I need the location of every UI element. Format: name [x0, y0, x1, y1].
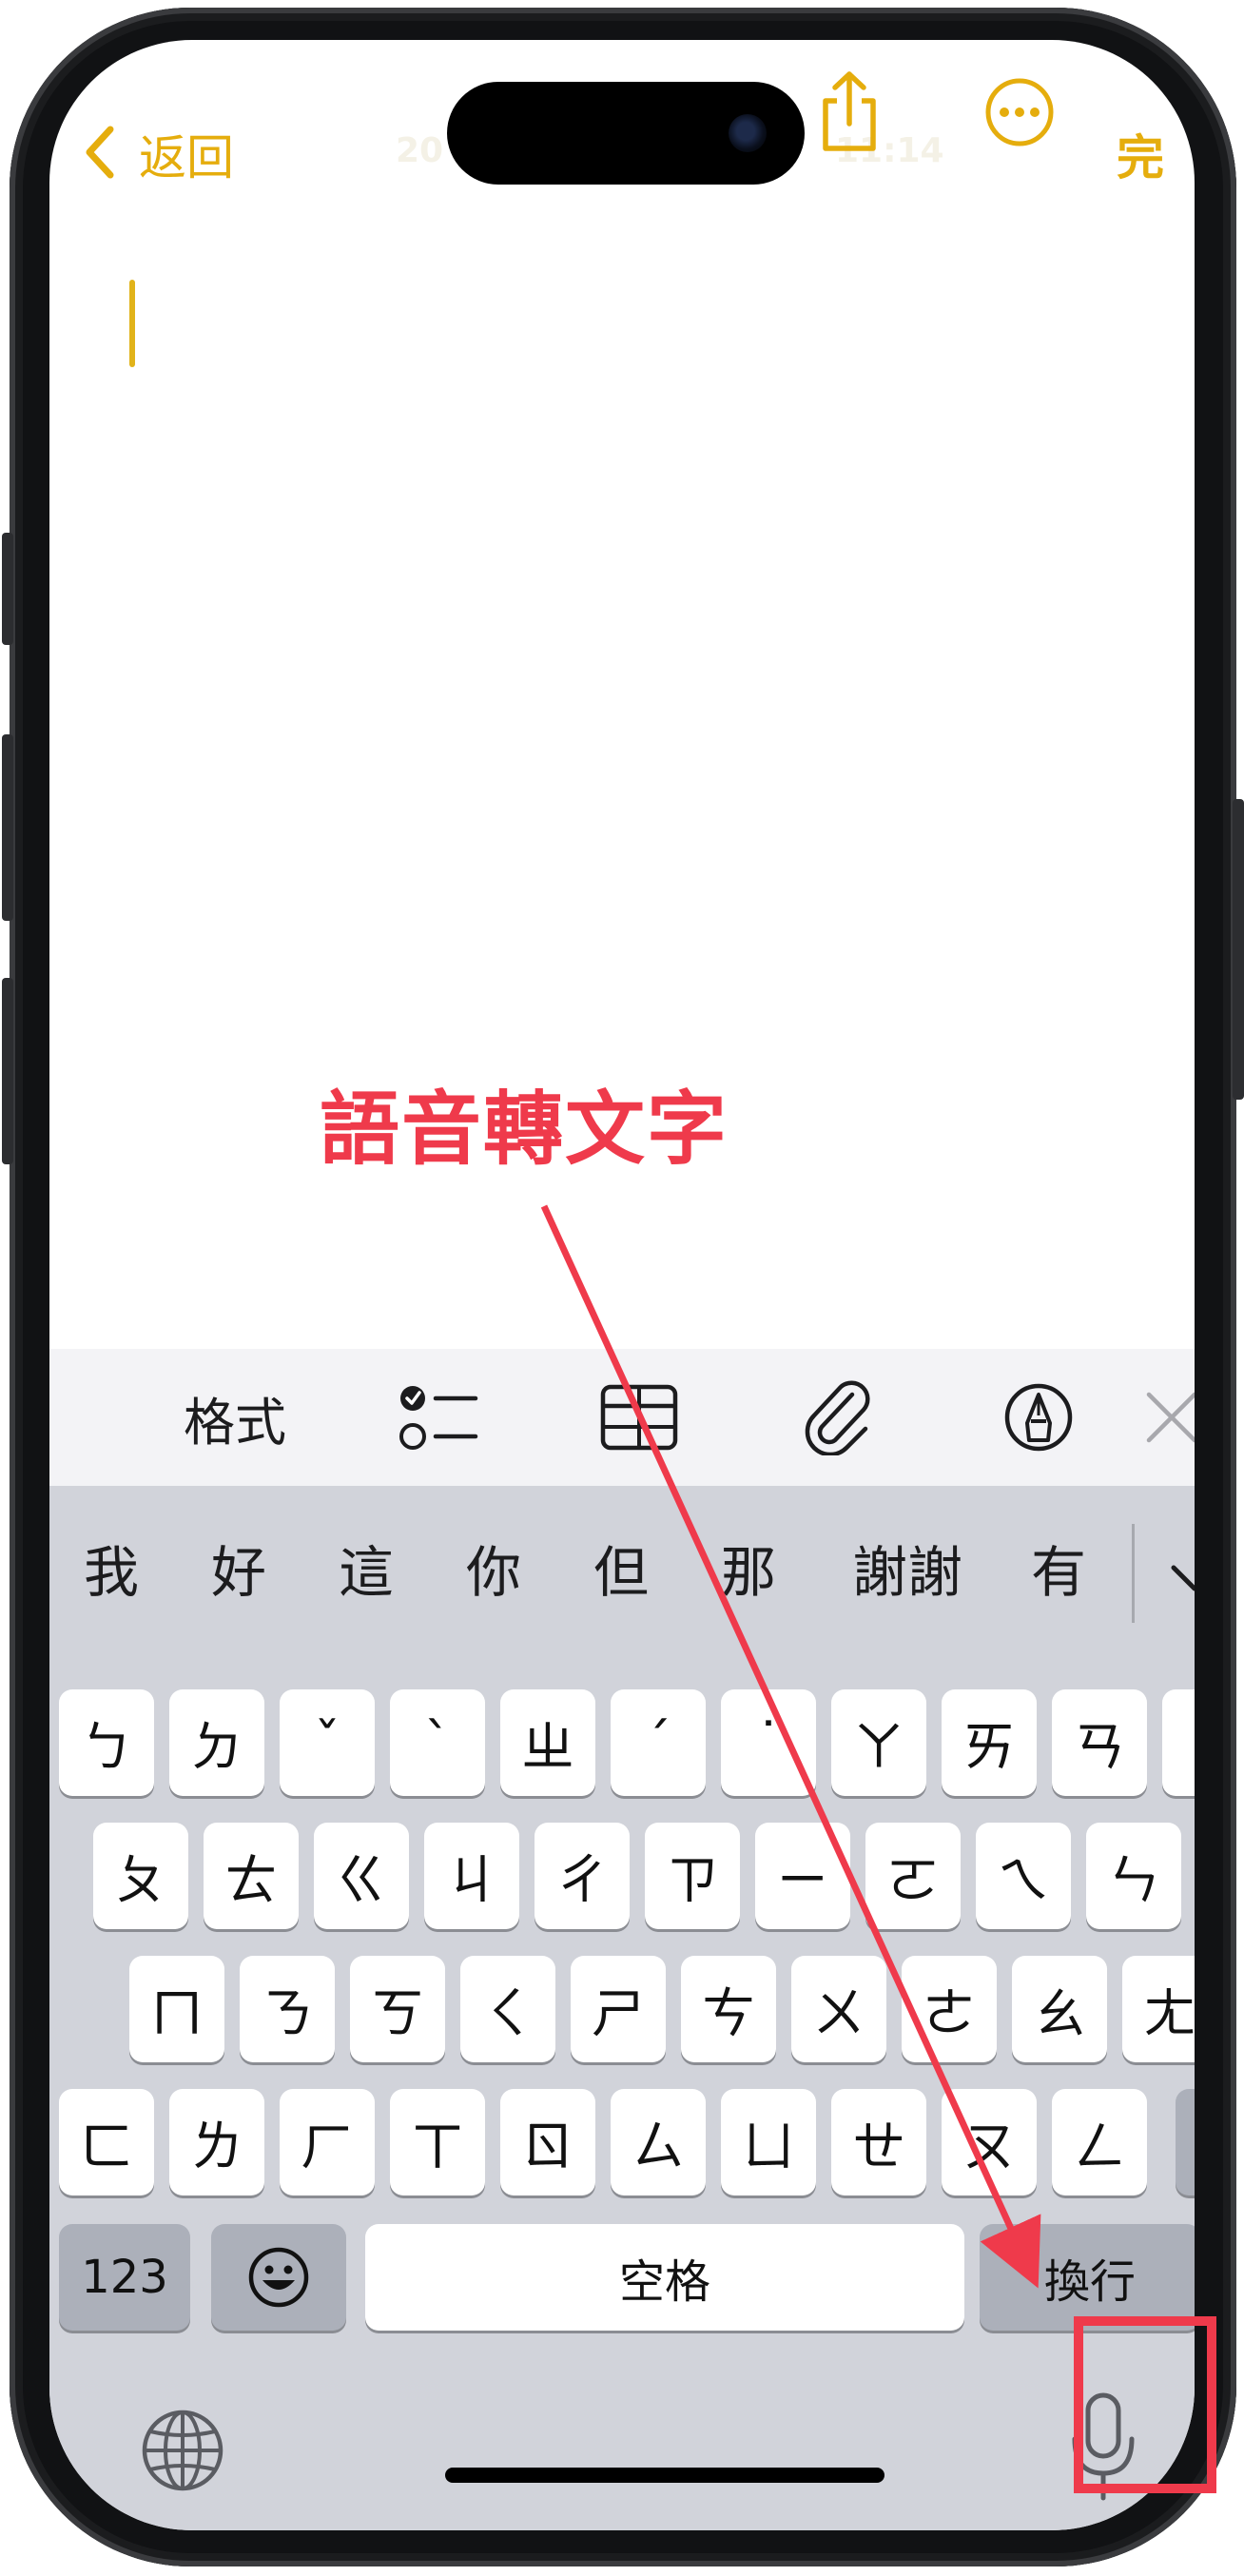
keyboard: 我 好 這 你 但 那 謝謝 有 ㄅ ㄉ ˇ ˋ ㄓ ˊ ˙ ㄚ ㄞ ㄢ ㄆ ㄊ…: [49, 1486, 1195, 2530]
key-yu[interactable]: ㄩ: [721, 2089, 816, 2195]
camera-lens: [729, 114, 767, 152]
key-l[interactable]: ㄌ: [169, 2089, 264, 2195]
done-button[interactable]: 完: [1117, 120, 1164, 188]
numbers-key[interactable]: 123: [59, 2224, 190, 2331]
key-ao[interactable]: ㄠ: [1012, 1956, 1107, 2062]
attachment-button[interactable]: [772, 1349, 905, 1486]
share-icon[interactable]: [816, 68, 883, 154]
key-i[interactable]: ㄧ: [755, 1823, 850, 1929]
candidate-divider: [1132, 1524, 1135, 1623]
action-button: [2, 533, 13, 645]
key-tone-neutral[interactable]: ˙: [721, 1689, 816, 1796]
key-s[interactable]: ㄙ: [611, 2089, 706, 2195]
formatting-toolbar: 格式: [49, 1349, 1195, 1486]
annotation-label: 語音轉文字: [320, 1083, 729, 1176]
key-ou[interactable]: ㄡ: [942, 2089, 1037, 2195]
key-c[interactable]: ㄘ: [681, 1956, 776, 2062]
close-toolbar-button[interactable]: [1124, 1349, 1195, 1486]
globe-icon[interactable]: [139, 2407, 226, 2494]
status-time-left: 20: [396, 131, 444, 170]
key-u[interactable]: ㄨ: [791, 1956, 886, 2062]
key-ai[interactable]: ㄞ: [942, 1689, 1037, 1796]
candidate-0[interactable]: 我: [84, 1528, 139, 1608]
key-p[interactable]: ㄆ: [93, 1823, 188, 1929]
key-r[interactable]: ㄖ: [500, 2089, 595, 2195]
format-button[interactable]: 格式: [154, 1349, 316, 1486]
key-f[interactable]: ㄈ: [59, 2089, 154, 2195]
close-icon: [1146, 1392, 1195, 1443]
dynamic-island: [447, 82, 805, 185]
back-label: 返回: [139, 130, 234, 185]
candidate-bar: 我 好 這 你 但 那 謝謝 有: [49, 1486, 1195, 1651]
space-key[interactable]: 空格: [365, 2224, 964, 2331]
table-button[interactable]: [573, 1349, 706, 1486]
key-ang[interactable]: ㄤ: [1122, 1956, 1195, 2062]
delete-key[interactable]: [1176, 2089, 1195, 2195]
candidate-3[interactable]: 你: [466, 1528, 521, 1608]
table-icon: [600, 1384, 678, 1451]
return-key[interactable]: 換行: [980, 2224, 1195, 2331]
key-ch[interactable]: ㄔ: [535, 1823, 630, 1929]
key-an[interactable]: ㄢ: [1052, 1689, 1147, 1796]
microphone-icon[interactable]: [1065, 2390, 1141, 2504]
key-x[interactable]: ㄒ: [390, 2089, 485, 2195]
key-n[interactable]: ㄋ: [240, 1956, 335, 2062]
key-b[interactable]: ㄅ: [59, 1689, 154, 1796]
emoji-key[interactable]: [211, 2224, 346, 2331]
candidate-1[interactable]: 好: [211, 1528, 266, 1608]
key-z[interactable]: ㄗ: [645, 1823, 740, 1929]
key-g[interactable]: ㄍ: [314, 1823, 409, 1929]
candidate-7[interactable]: 有: [1031, 1528, 1086, 1608]
key-e[interactable]: ㄜ: [902, 1956, 997, 2062]
pen-tip-icon: [1004, 1383, 1073, 1452]
volume-down-button: [2, 978, 13, 1164]
more-options-icon[interactable]: [983, 76, 1056, 148]
emoji-icon: [248, 2247, 309, 2308]
home-indicator: [445, 2468, 884, 2483]
key-row1-overflow[interactable]: [1162, 1689, 1195, 1796]
candidate-4[interactable]: 但: [593, 1528, 649, 1608]
candidate-5[interactable]: 那: [721, 1528, 776, 1608]
candidate-2[interactable]: 這: [339, 1528, 394, 1608]
key-k[interactable]: ㄎ: [350, 1956, 445, 2062]
key-q[interactable]: ㄑ: [460, 1956, 555, 2062]
key-tone-2[interactable]: ˊ: [611, 1689, 706, 1796]
key-a[interactable]: ㄚ: [831, 1689, 926, 1796]
key-eng[interactable]: ㄥ: [1052, 2089, 1147, 2195]
checklist-button[interactable]: [373, 1349, 506, 1486]
key-tone-4[interactable]: ˋ: [390, 1689, 485, 1796]
key-o[interactable]: ㄛ: [865, 1823, 961, 1929]
key-en[interactable]: ㄣ: [1086, 1823, 1181, 1929]
key-t[interactable]: ㄊ: [204, 1823, 299, 1929]
power-button: [1233, 799, 1244, 1100]
key-m[interactable]: ㄇ: [129, 1956, 224, 2062]
key-zh[interactable]: ㄓ: [500, 1689, 595, 1796]
key-d[interactable]: ㄉ: [169, 1689, 264, 1796]
key-sh[interactable]: ㄕ: [571, 1956, 666, 2062]
volume-up-button: [2, 734, 13, 921]
key-eh[interactable]: ㄝ: [831, 2089, 926, 2195]
key-ei[interactable]: ㄟ: [976, 1823, 1071, 1929]
chevron-left-icon: [86, 126, 114, 179]
paperclip-icon: [805, 1380, 870, 1455]
key-tone-3[interactable]: ˇ: [280, 1689, 375, 1796]
candidate-6[interactable]: 謝謝: [852, 1528, 962, 1608]
key-j[interactable]: ㄐ: [424, 1823, 519, 1929]
screen: 返回 20 11:14 完 格式 我 好 這 你 但 那 謝謝 有 ㄅ ㄉ ˇ …: [49, 40, 1195, 2530]
back-button[interactable]: 返回: [82, 114, 310, 190]
chevron-down-icon[interactable]: [1166, 1560, 1195, 1598]
format-label: 格式: [184, 1392, 286, 1453]
key-h[interactable]: ㄏ: [280, 2089, 375, 2195]
checklist-icon: [399, 1386, 478, 1450]
markup-button[interactable]: [972, 1349, 1105, 1486]
